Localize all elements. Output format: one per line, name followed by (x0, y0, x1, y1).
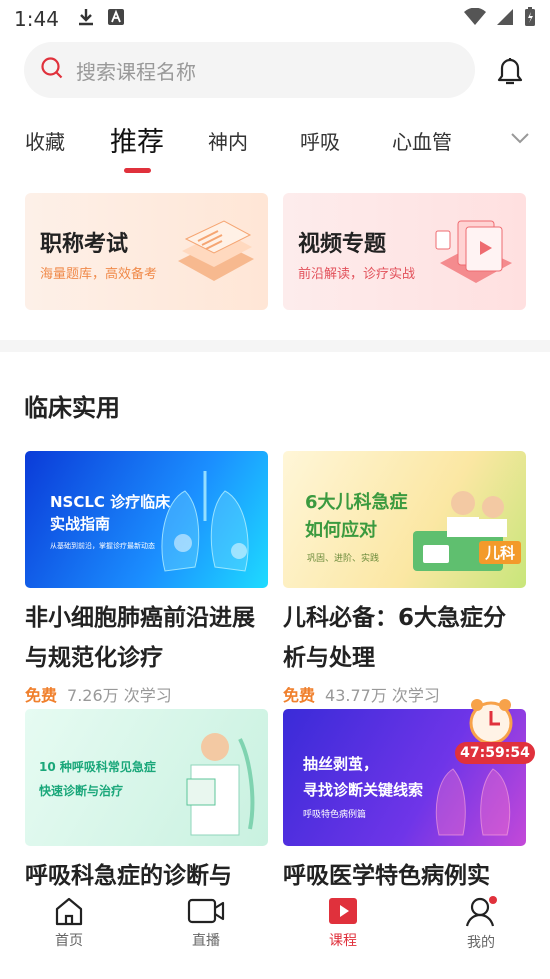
play-icon (329, 898, 357, 924)
tab-respiratory[interactable]: 呼吸 (300, 126, 340, 155)
thumbnail-title: NSCLC 诊疗临床 实战指南 (50, 493, 171, 533)
view-count: 7.26万 次学习 (67, 686, 172, 705)
tab-favorites[interactable]: 收藏 (25, 126, 65, 155)
active-tab-indicator (124, 168, 151, 173)
signal-icon (496, 7, 514, 31)
promo-card-subtitle: 前沿解读，诊疗实战 (298, 267, 416, 282)
status-time: 1:44 (14, 7, 59, 31)
promo-card-title: 职称考试 (40, 232, 129, 257)
course-meta: 免费 7.26万 次学习 (25, 682, 268, 706)
nav-label: 直播 (192, 933, 220, 949)
thumbnail-subtitle: 呼吸特色病例篇 (303, 810, 367, 820)
nav-profile[interactable]: 我的 (441, 896, 521, 952)
thumbnail-tag: 儿科 (479, 541, 522, 564)
nav-live[interactable]: 直播 (166, 896, 246, 950)
promo-card-video[interactable]: 视频专题 前沿解读，诊疗实战 (283, 193, 526, 310)
status-bar: 1:44 (0, 0, 550, 38)
thumbnail-title: 抽丝剥茧， 寻找诊断关键线索 (303, 755, 424, 799)
promo-card-title: 视频专题 (298, 232, 387, 257)
chevron-down-icon[interactable] (510, 130, 530, 149)
alarm-clock-icon[interactable] (465, 695, 517, 747)
font-icon (107, 7, 125, 31)
course-title: 非小细胞肺癌前沿进展与规范化诊疗 (25, 605, 255, 671)
download-icon (77, 7, 95, 32)
nav-label: 首页 (55, 933, 83, 949)
bottom-navigation: 首页 直播 课程 我的 (0, 886, 550, 979)
section-divider (0, 340, 550, 352)
course-card[interactable]: 6大儿科急症 如何应对 巩固、进阶、实践 儿科 儿科必备：6大急症分析与处理 免… (283, 451, 526, 706)
course-thumbnail: 6大儿科急症 如何应对 巩固、进阶、实践 儿科 (283, 451, 526, 588)
notification-bell-icon[interactable] (493, 54, 527, 88)
wifi-icon (464, 7, 486, 31)
video-stack-icon (435, 220, 512, 283)
category-tabs: 收藏 推荐 神内 呼吸 心血管 (0, 110, 550, 180)
countdown-timer[interactable]: 47:59:54 (455, 742, 535, 764)
tab-recommended[interactable]: 推荐 (110, 120, 164, 159)
free-badge: 免费 (283, 686, 316, 705)
thumbnail-title: 10 种呼吸科常见急症 快速诊断与治疗 (39, 760, 156, 798)
search-bar[interactable]: 搜索课程名称 (24, 42, 475, 98)
course-thumbnail: NSCLC 诊疗临床 实战指南 从基础到前沿，掌握诊疗最新动态 (25, 451, 268, 588)
section-title: 临床实用 (24, 394, 120, 422)
course-card[interactable]: 10 种呼吸科常见急症 快速诊断与治疗 呼吸科急症的诊断与 (25, 709, 268, 896)
nav-label: 我的 (467, 935, 495, 951)
search-placeholder: 搜索课程名称 (76, 59, 196, 84)
promo-card-subtitle: 海量题库，高效备考 (40, 267, 158, 282)
course-card[interactable]: NSCLC 诊疗临床 实战指南 从基础到前沿，掌握诊疗最新动态 非小细胞肺癌前沿… (25, 451, 268, 706)
nav-courses[interactable]: 课程 (303, 896, 383, 950)
video-camera-icon (187, 898, 225, 924)
exam-book-icon (178, 220, 254, 281)
home-icon (55, 897, 83, 926)
user-icon (465, 896, 497, 927)
thumbnail-title: 6大儿科急症 如何应对 (305, 492, 408, 541)
battery-icon (524, 6, 536, 32)
promo-card-exam[interactable]: 职称考试 海量题库，高效备考 (25, 193, 268, 310)
tab-neurology[interactable]: 神内 (208, 126, 248, 155)
course-title: 儿科必备：6大急症分析与处理 (283, 605, 507, 671)
view-count: 43.77万 次学习 (325, 686, 440, 705)
thumbnail-subtitle: 巩固、进阶、实践 (307, 554, 380, 564)
nav-label: 课程 (329, 933, 357, 949)
course-thumbnail: 10 种呼吸科常见急症 快速诊断与治疗 (25, 709, 268, 846)
free-badge: 免费 (25, 686, 58, 705)
tab-cardiovascular[interactable]: 心血管 (392, 126, 452, 155)
nav-home[interactable]: 首页 (29, 896, 109, 950)
thumbnail-subtitle: 从基础到前沿，掌握诊疗最新动态 (50, 542, 155, 550)
search-icon (40, 56, 64, 84)
